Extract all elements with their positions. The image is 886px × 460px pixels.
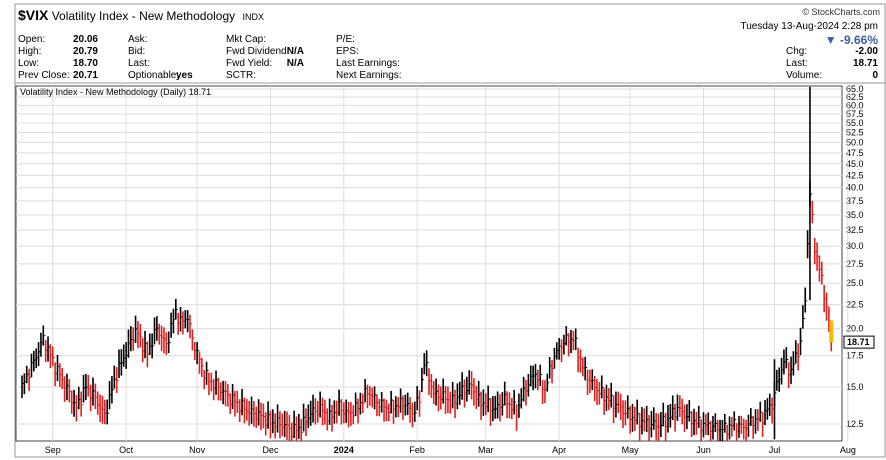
- symbol: $VIX: [18, 7, 49, 23]
- y-tick-label: 22.5: [846, 300, 864, 310]
- quote-value: 20.79: [72, 46, 98, 57]
- y-tick-label: 12.5: [846, 419, 864, 429]
- quote-value: 0: [872, 70, 878, 81]
- x-tick-label: Jun: [696, 445, 711, 455]
- last-price-label: 18.71: [847, 337, 870, 347]
- y-tick-label: 42.5: [846, 170, 864, 180]
- y-tick-label: 35.0: [846, 210, 864, 220]
- chart-frame: 12.5 15.0 17.5 20.0 22.5 25.0 27.5 30.0 32.5 35.0…: [14, 3, 886, 458]
- quote-label: Open:: [18, 34, 46, 45]
- x-tick-label: Apr: [552, 445, 566, 455]
- quote-value: 20.71: [72, 70, 98, 81]
- chart-header: $VIX Volatility Index - New Methodology …: [18, 7, 264, 23]
- security-name: Volatility Index - New Methodology: [51, 9, 236, 23]
- y-tick-label: 65.0: [846, 84, 864, 94]
- quote-label: Next Earnings:: [336, 70, 402, 81]
- quote-label: Bid:: [128, 46, 146, 57]
- x-tick-label: Oct: [119, 445, 134, 455]
- quote-label: Last Earnings:: [336, 58, 400, 69]
- quote-label: Last:: [128, 58, 150, 69]
- quote-datetime: Tuesday 13-Aug-2024 2:28 pm: [740, 21, 879, 32]
- y-tick-label: 52.5: [846, 127, 864, 137]
- quote-label: High:: [18, 46, 42, 57]
- copyright: © StockCharts.com: [802, 7, 880, 17]
- quote-label: Optionable:: [128, 70, 180, 81]
- y-tick-label: 32.5: [846, 225, 864, 235]
- y-tick-label: 47.5: [846, 148, 864, 158]
- y-tick-label: 55.0: [846, 118, 864, 128]
- x-tick-label: Dec: [262, 445, 279, 455]
- change-percent: ▼ -9.66%: [824, 33, 878, 47]
- chart-title: Volatility Index - New Methodology (Dail…: [20, 87, 211, 97]
- exchange: INDX: [242, 12, 264, 22]
- last-bar-marker: [829, 320, 834, 343]
- quote-value: -2.00: [855, 46, 878, 57]
- y-tick-label: 20.0: [846, 324, 864, 334]
- quote-label: EPS:: [336, 46, 359, 57]
- x-tick-label: Sep: [45, 445, 61, 455]
- y-tick-label: 27.5: [846, 259, 864, 269]
- x-tick-label: Mar: [478, 445, 494, 455]
- y-tick-label: 50.0: [846, 137, 864, 147]
- y-tick-label: 15.0: [846, 382, 864, 392]
- x-tick-label: May: [622, 445, 640, 455]
- y-tick-label: 45.0: [846, 159, 864, 169]
- quote-value: 18.70: [72, 58, 98, 69]
- y-tick-label: 37.5: [846, 196, 864, 206]
- quote-value: yes: [176, 70, 193, 81]
- x-tick-label: Feb: [409, 445, 425, 455]
- quote-label: Ask:: [128, 34, 148, 45]
- quote-label: SCTR:: [226, 70, 256, 81]
- x-tick-label: Jul: [769, 445, 781, 455]
- quote-value: 20.06: [72, 34, 98, 45]
- y-tick-label: 25.0: [846, 278, 864, 288]
- quote-label: Chg:: [786, 46, 808, 57]
- quote-value: N/A: [286, 58, 304, 69]
- quote-label: Last:: [786, 58, 808, 69]
- quote-value: N/A: [286, 46, 304, 57]
- y-tick-label: 40.0: [846, 183, 864, 193]
- y-tick-label: 17.5: [846, 351, 864, 361]
- x-tick-label: Aug: [840, 445, 856, 455]
- quote-value: 18.71: [852, 58, 878, 69]
- y-tick-label: 57.5: [846, 109, 864, 119]
- quote-label: P/E:: [336, 34, 355, 45]
- x-tick-label: Nov: [189, 445, 206, 455]
- quote-label: Mkt Cap:: [226, 34, 267, 45]
- quote-label: Low:: [18, 58, 40, 69]
- quote-label: Volume:: [786, 70, 823, 81]
- y-tick-label: 30.0: [846, 241, 864, 251]
- x-tick-label: 2024: [334, 445, 354, 455]
